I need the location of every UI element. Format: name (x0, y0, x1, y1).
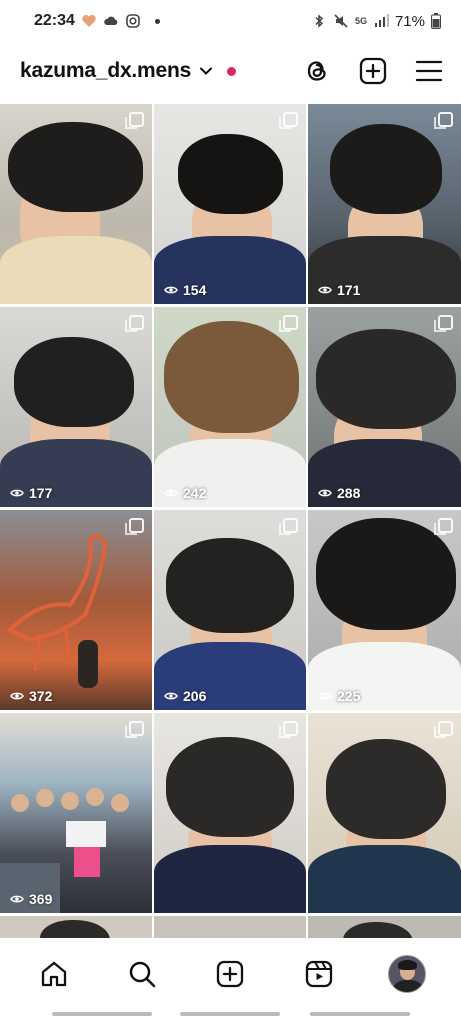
carousel-icon (125, 721, 144, 738)
view-count: 171 (318, 282, 360, 298)
header-actions (303, 57, 443, 85)
mute-icon (334, 14, 348, 28)
views-eye-icon (164, 286, 178, 294)
gesture-bar-right (310, 1012, 410, 1016)
carousel-icon (125, 112, 144, 129)
signal-icon (374, 14, 389, 27)
grid-post[interactable] (308, 713, 461, 913)
avatar (387, 955, 426, 993)
grid-post[interactable] (0, 104, 152, 304)
menu-icon[interactable] (415, 57, 443, 85)
carousel-icon (434, 315, 453, 332)
post-thumbnail (154, 510, 306, 710)
grid-post[interactable]: 369 (0, 713, 152, 913)
post-thumbnail (154, 307, 306, 507)
carousel-icon (279, 518, 298, 535)
chevron-down-icon[interactable] (199, 64, 213, 78)
post-thumbnail (0, 713, 152, 913)
home-icon (41, 961, 67, 987)
carousel-icon (125, 315, 144, 332)
carousel-icon (434, 518, 453, 535)
post-thumbnail (308, 510, 461, 710)
account-switcher-username[interactable]: kazuma_dx.mens (20, 59, 191, 83)
battery-percent: 71% (394, 12, 425, 30)
views-eye-icon (318, 286, 332, 294)
grid-post[interactable]: 225 (308, 510, 461, 710)
create-icon (217, 960, 244, 988)
grid-post[interactable] (154, 713, 306, 913)
view-count: 369 (10, 891, 52, 907)
status-time: 22:34 (34, 12, 75, 29)
grid-post[interactable]: 288 (308, 307, 461, 507)
carousel-icon (279, 721, 298, 738)
post-thumbnail (308, 713, 461, 913)
view-count: 242 (164, 485, 206, 501)
post-thumbnail (0, 307, 152, 507)
grid-post[interactable]: 177 (0, 307, 152, 507)
network-type: 5G (354, 16, 367, 26)
nav-create[interactable] (207, 951, 253, 997)
post-thumbnail (0, 104, 152, 304)
views-eye-icon (318, 692, 332, 700)
gesture-bar-left (52, 1012, 152, 1016)
views-eye-icon (318, 489, 332, 497)
carousel-icon (125, 518, 144, 535)
cloud-icon (104, 16, 118, 25)
bluetooth-icon (315, 14, 324, 28)
post-thumbnail (154, 916, 306, 938)
carousel-icon (434, 112, 453, 129)
group-photo-illustration (0, 788, 129, 913)
status-bar: 22:34 5G 71% (0, 0, 461, 42)
battery-icon (431, 13, 441, 29)
post-thumbnail (308, 916, 461, 938)
carousel-icon (434, 721, 453, 738)
views-eye-icon (10, 895, 24, 903)
bottom-navigation (0, 943, 461, 1005)
grid-post[interactable]: 206 (154, 510, 306, 710)
carousel-icon (279, 112, 298, 129)
view-count: 177 (10, 485, 52, 501)
grid-post[interactable]: 171 (308, 104, 461, 304)
more-notifications-dot (154, 18, 160, 24)
status-left: 22:34 (34, 12, 160, 30)
post-thumbnail (0, 510, 152, 710)
post-thumbnail (154, 713, 306, 913)
post-thumbnail (154, 104, 306, 304)
status-right: 5G 71% (311, 13, 441, 30)
notification-dot (227, 66, 237, 76)
profile-header: kazuma_dx.mens (0, 44, 461, 98)
views-eye-icon (10, 489, 24, 497)
carousel-icon (279, 315, 298, 332)
grid-post[interactable]: 372 (0, 510, 152, 710)
views-eye-icon (164, 489, 178, 497)
post-thumbnail (308, 307, 461, 507)
view-count: 154 (164, 282, 206, 298)
grid-post[interactable] (154, 916, 306, 938)
grid-post[interactable] (0, 916, 152, 938)
gesture-bar-center (180, 1012, 280, 1016)
search-icon (130, 961, 156, 988)
grid-post[interactable]: 242 (154, 307, 306, 507)
dinosaur-skeleton-illustration (6, 534, 108, 688)
new-post-icon[interactable] (359, 57, 387, 85)
nav-reels[interactable] (296, 951, 342, 997)
grid-post[interactable] (308, 916, 461, 938)
views-eye-icon (164, 692, 178, 700)
view-count: 372 (10, 688, 52, 704)
posts-grid: 154 171 177 242 288 372 206 225 369 (0, 104, 461, 938)
view-count: 206 (164, 688, 206, 704)
post-thumbnail (0, 916, 152, 938)
post-thumbnail (308, 104, 461, 304)
grid-post[interactable]: 154 (154, 104, 306, 304)
heart-app-icon (82, 15, 96, 27)
nav-profile[interactable] (384, 951, 430, 997)
view-count: 225 (318, 688, 360, 704)
views-eye-icon (10, 692, 24, 700)
view-count: 288 (318, 485, 360, 501)
instagram-notif-icon (126, 14, 140, 28)
nav-home[interactable] (31, 951, 77, 997)
nav-search[interactable] (119, 951, 165, 997)
reels-icon (305, 960, 332, 988)
threads-icon[interactable] (303, 57, 331, 85)
